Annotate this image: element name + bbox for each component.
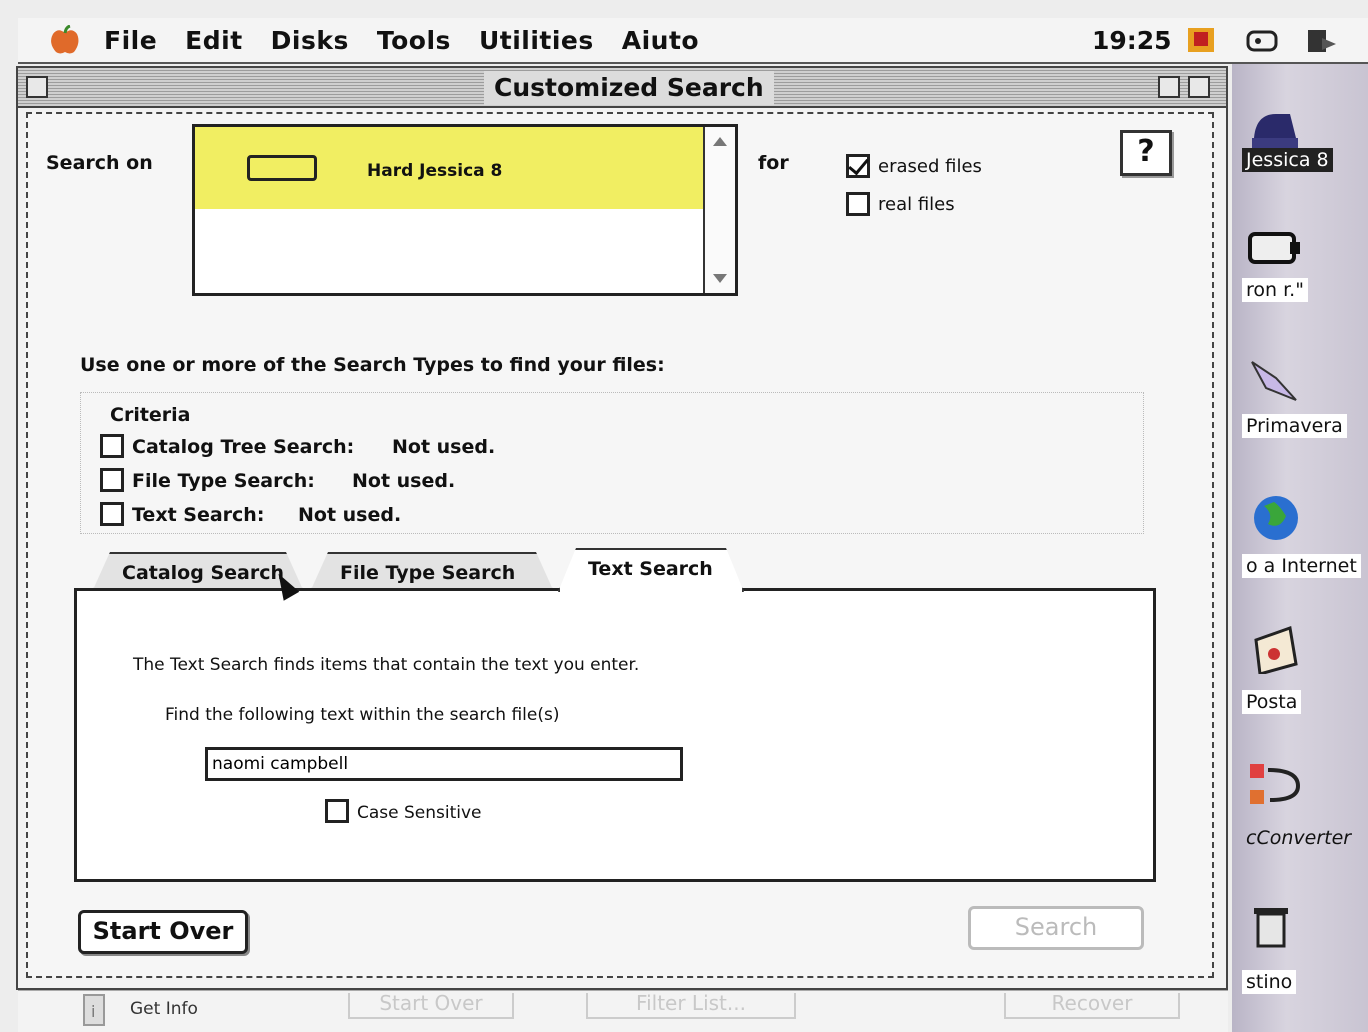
hard-disk-icon	[247, 155, 317, 181]
text-search-prompt: Find the following text within the searc…	[165, 705, 560, 725]
control-strip-icon[interactable]	[1244, 24, 1280, 56]
volume-list[interactable]: Hard Jessica 8	[192, 124, 738, 296]
title-bar[interactable]: Customized Search	[18, 68, 1226, 108]
volume-name: Hard Jessica 8	[367, 161, 503, 181]
text-search-panel: The Text Search finds items that contain…	[74, 588, 1156, 882]
application-menu-icon[interactable]	[1184, 24, 1220, 56]
instruction-text: Use one or more of the Search Types to f…	[80, 354, 665, 376]
criteria-name: Text Search:	[132, 504, 265, 526]
criteria-heading: Criteria	[110, 404, 191, 426]
catalog-tree-checkbox[interactable]	[100, 434, 124, 458]
help-button[interactable]: ?	[1120, 130, 1172, 176]
apple-menu-icon[interactable]	[48, 25, 82, 55]
menu-bar: File Edit Disks Tools Utilities Aiuto 19…	[18, 18, 1368, 64]
criteria-name: Catalog Tree Search:	[132, 436, 355, 458]
close-box[interactable]	[26, 76, 48, 98]
get-info-label[interactable]: Get Info	[130, 999, 198, 1019]
ghost-filter-list-button: Filter List...	[586, 993, 796, 1019]
mail-icon	[1254, 625, 1298, 674]
search-on-label: Search on	[46, 152, 153, 174]
desktop: Jessica 8 ron r." Primavera o a Internet…	[1232, 64, 1368, 1032]
window-title: Customized Search	[484, 71, 774, 105]
criteria-status: Not used.	[352, 470, 456, 492]
for-label: for	[758, 152, 789, 174]
info-icon: i	[83, 994, 105, 1026]
case-sensitive-checkbox[interactable]	[325, 799, 349, 823]
start-over-button[interactable]: Start Over	[78, 910, 248, 954]
erased-files-checkbox[interactable]	[846, 154, 870, 178]
file-type-checkbox[interactable]	[100, 468, 124, 492]
menu-file[interactable]: File	[104, 26, 157, 55]
customized-search-window: Customized Search Search on Hard Jessica…	[16, 66, 1228, 990]
scroll-up-icon[interactable]	[713, 137, 727, 146]
background-window-strip: i Get Info Start Over Filter List... Rec…	[18, 990, 1228, 1032]
globe-icon	[1254, 496, 1298, 540]
menu-clock[interactable]: 19:25	[1092, 26, 1172, 55]
list-item[interactable]: Hard Jessica 8	[195, 127, 703, 209]
converter-icon	[1250, 764, 1301, 804]
folder-icon	[1251, 361, 1297, 401]
zoom-box[interactable]	[1158, 76, 1180, 98]
desktop-icon-label: stino	[1242, 970, 1297, 994]
desktop-icon-label: cConverter	[1246, 827, 1352, 849]
collapse-box[interactable]	[1188, 76, 1210, 98]
menu-utilities[interactable]: Utilities	[479, 26, 594, 55]
case-sensitive-label[interactable]: Case Sensitive	[357, 803, 482, 823]
list-scrollbar[interactable]	[703, 127, 735, 293]
menu-aiuto[interactable]: Aiuto	[622, 26, 699, 55]
real-files-label[interactable]: real files	[878, 194, 955, 215]
trash-icon	[1254, 908, 1288, 948]
text-search-checkbox[interactable]	[100, 502, 124, 526]
criteria-name: File Type Search:	[132, 470, 315, 492]
scroll-down-icon[interactable]	[713, 274, 727, 283]
ghost-start-over-button: Start Over	[348, 993, 514, 1019]
criteria-status: Not used.	[392, 436, 496, 458]
desktop-icon-label: o a Internet	[1242, 554, 1361, 578]
ghost-recover-button: Recover	[1004, 993, 1180, 1019]
real-files-checkbox[interactable]	[846, 192, 870, 216]
removable-disk-icon	[1248, 232, 1300, 264]
file-sharing-icon[interactable]	[1304, 24, 1340, 56]
desktop-icon-label: ron r."	[1242, 278, 1308, 302]
menu-disks[interactable]: Disks	[271, 26, 349, 55]
tab-catalog-search[interactable]: Catalog Search	[92, 552, 304, 592]
tab-file-type-search[interactable]: File Type Search	[310, 552, 554, 592]
tab-text-search[interactable]: Text Search	[558, 548, 744, 592]
criteria-status: Not used.	[298, 504, 402, 526]
desktop-icon-label: Jessica 8	[1242, 148, 1333, 172]
erased-files-label[interactable]: erased files	[878, 156, 982, 177]
menu-tools[interactable]: Tools	[377, 26, 451, 55]
svg-text:i: i	[91, 1002, 95, 1021]
menu-edit[interactable]: Edit	[185, 26, 243, 55]
search-text-input[interactable]	[205, 747, 683, 781]
window-content: Search on Hard Jessica 8 for erased file…	[26, 112, 1214, 978]
text-search-description: The Text Search finds items that contain…	[133, 655, 640, 675]
desktop-icon-label: Posta	[1242, 690, 1302, 714]
search-button[interactable]: Search	[968, 906, 1144, 950]
desktop-icon-label: Primavera	[1242, 414, 1347, 438]
